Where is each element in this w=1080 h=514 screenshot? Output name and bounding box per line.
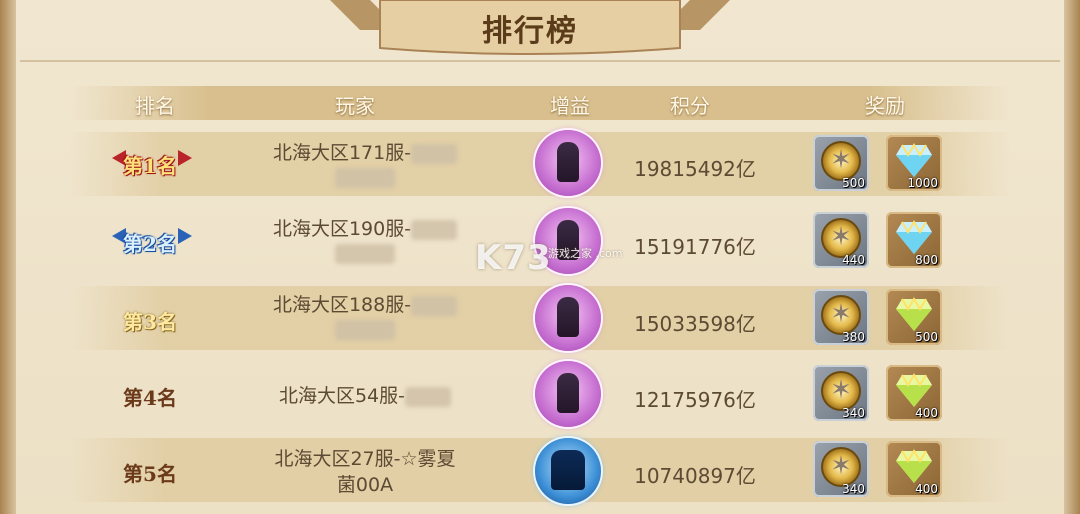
rank-badge: 第2名	[123, 232, 177, 256]
blurred-name	[411, 143, 458, 164]
reward-gem[interactable]: 400	[886, 365, 942, 421]
buff-avatar[interactable]	[535, 285, 601, 351]
buff-avatar[interactable]	[535, 361, 601, 427]
title-banner: 排行榜	[330, 0, 730, 60]
reward-gem[interactable]: 800	[886, 212, 942, 268]
medal-icon	[821, 218, 861, 258]
gem-count: 400	[915, 406, 938, 420]
gem-count: 500	[915, 330, 938, 344]
divider	[20, 60, 1060, 62]
header-reward: 奖励	[865, 94, 905, 118]
header-score: 积分	[670, 94, 710, 118]
rank-badge: 第4名	[123, 386, 177, 410]
purple-warrior-icon	[557, 297, 579, 337]
score: 10740897亿	[634, 464, 756, 488]
player-name: 北海大区27服-☆雾夏 菌00A	[230, 446, 500, 498]
blurred-name	[411, 295, 458, 316]
diamond-icon	[896, 143, 932, 177]
player-server: 北海大区190服-	[272, 218, 412, 240]
score: 19815492亿	[634, 157, 756, 181]
blurred-name	[411, 219, 458, 240]
reward-gem[interactable]: 1000	[886, 135, 942, 191]
score: 15191776亿	[634, 235, 756, 259]
gem-count: 800	[915, 253, 938, 267]
medal-icon	[821, 447, 861, 487]
diamond-icon	[896, 373, 932, 407]
header-rank: 排名	[135, 94, 175, 118]
player-server: 北海大区171服-	[272, 142, 412, 164]
reward-medal[interactable]: 340	[813, 365, 869, 421]
page-title: 排行榜	[482, 14, 578, 49]
reward-gem[interactable]: 400	[886, 441, 942, 497]
medal-count: 340	[842, 482, 865, 496]
rank-badge: 第5名	[123, 462, 177, 486]
blurred-name	[405, 386, 452, 407]
diamond-icon	[896, 449, 932, 483]
purple-warrior-icon	[557, 142, 579, 182]
watermark-logo: K73	[475, 238, 552, 278]
player-name: 北海大区190服-	[230, 216, 500, 264]
player-nickname: 菌00A	[336, 474, 394, 496]
reward-medal[interactable]: 380	[813, 289, 869, 345]
player-name: 北海大区188服-	[230, 292, 500, 340]
blue-winged-icon	[551, 450, 585, 490]
medal-icon	[821, 141, 861, 181]
medal-count: 500	[842, 176, 865, 190]
reward-gem[interactable]: 500	[886, 289, 942, 345]
diamond-icon	[896, 297, 932, 331]
medal-count: 340	[842, 406, 865, 420]
blurred-name	[335, 320, 395, 340]
reward-medal[interactable]: 440	[813, 212, 869, 268]
gem-count: 400	[915, 482, 938, 496]
medal-icon	[821, 295, 861, 335]
rank-badge: 第1名	[123, 154, 177, 178]
player-name: 北海大区171服-	[230, 140, 500, 188]
buff-avatar[interactable]	[535, 130, 601, 196]
panel-left-border	[0, 0, 16, 514]
reward-medal[interactable]: 500	[813, 135, 869, 191]
rank-badge: 第3名	[123, 310, 177, 334]
player-server: 北海大区188服-	[272, 294, 412, 316]
player-server: 北海大区27服-☆雾夏	[274, 448, 456, 470]
player-server: 北海大区54服-	[278, 385, 406, 407]
gem-count: 1000	[907, 176, 938, 190]
score: 15033598亿	[634, 312, 756, 336]
header-buff: 增益	[550, 94, 590, 118]
medal-icon	[821, 371, 861, 411]
blurred-name	[335, 168, 395, 188]
reward-medal[interactable]: 340	[813, 441, 869, 497]
medal-count: 440	[842, 253, 865, 267]
header-player: 玩家	[335, 94, 375, 118]
buff-avatar[interactable]	[535, 438, 601, 504]
player-name: 北海大区54服-	[230, 383, 500, 409]
watermark-sub: 游戏之家 .com	[548, 247, 623, 260]
blurred-name	[335, 244, 395, 264]
panel-right-border	[1064, 0, 1080, 514]
score: 12175976亿	[634, 388, 756, 412]
diamond-icon	[896, 220, 932, 254]
purple-warrior-icon	[557, 373, 579, 413]
medal-count: 380	[842, 330, 865, 344]
